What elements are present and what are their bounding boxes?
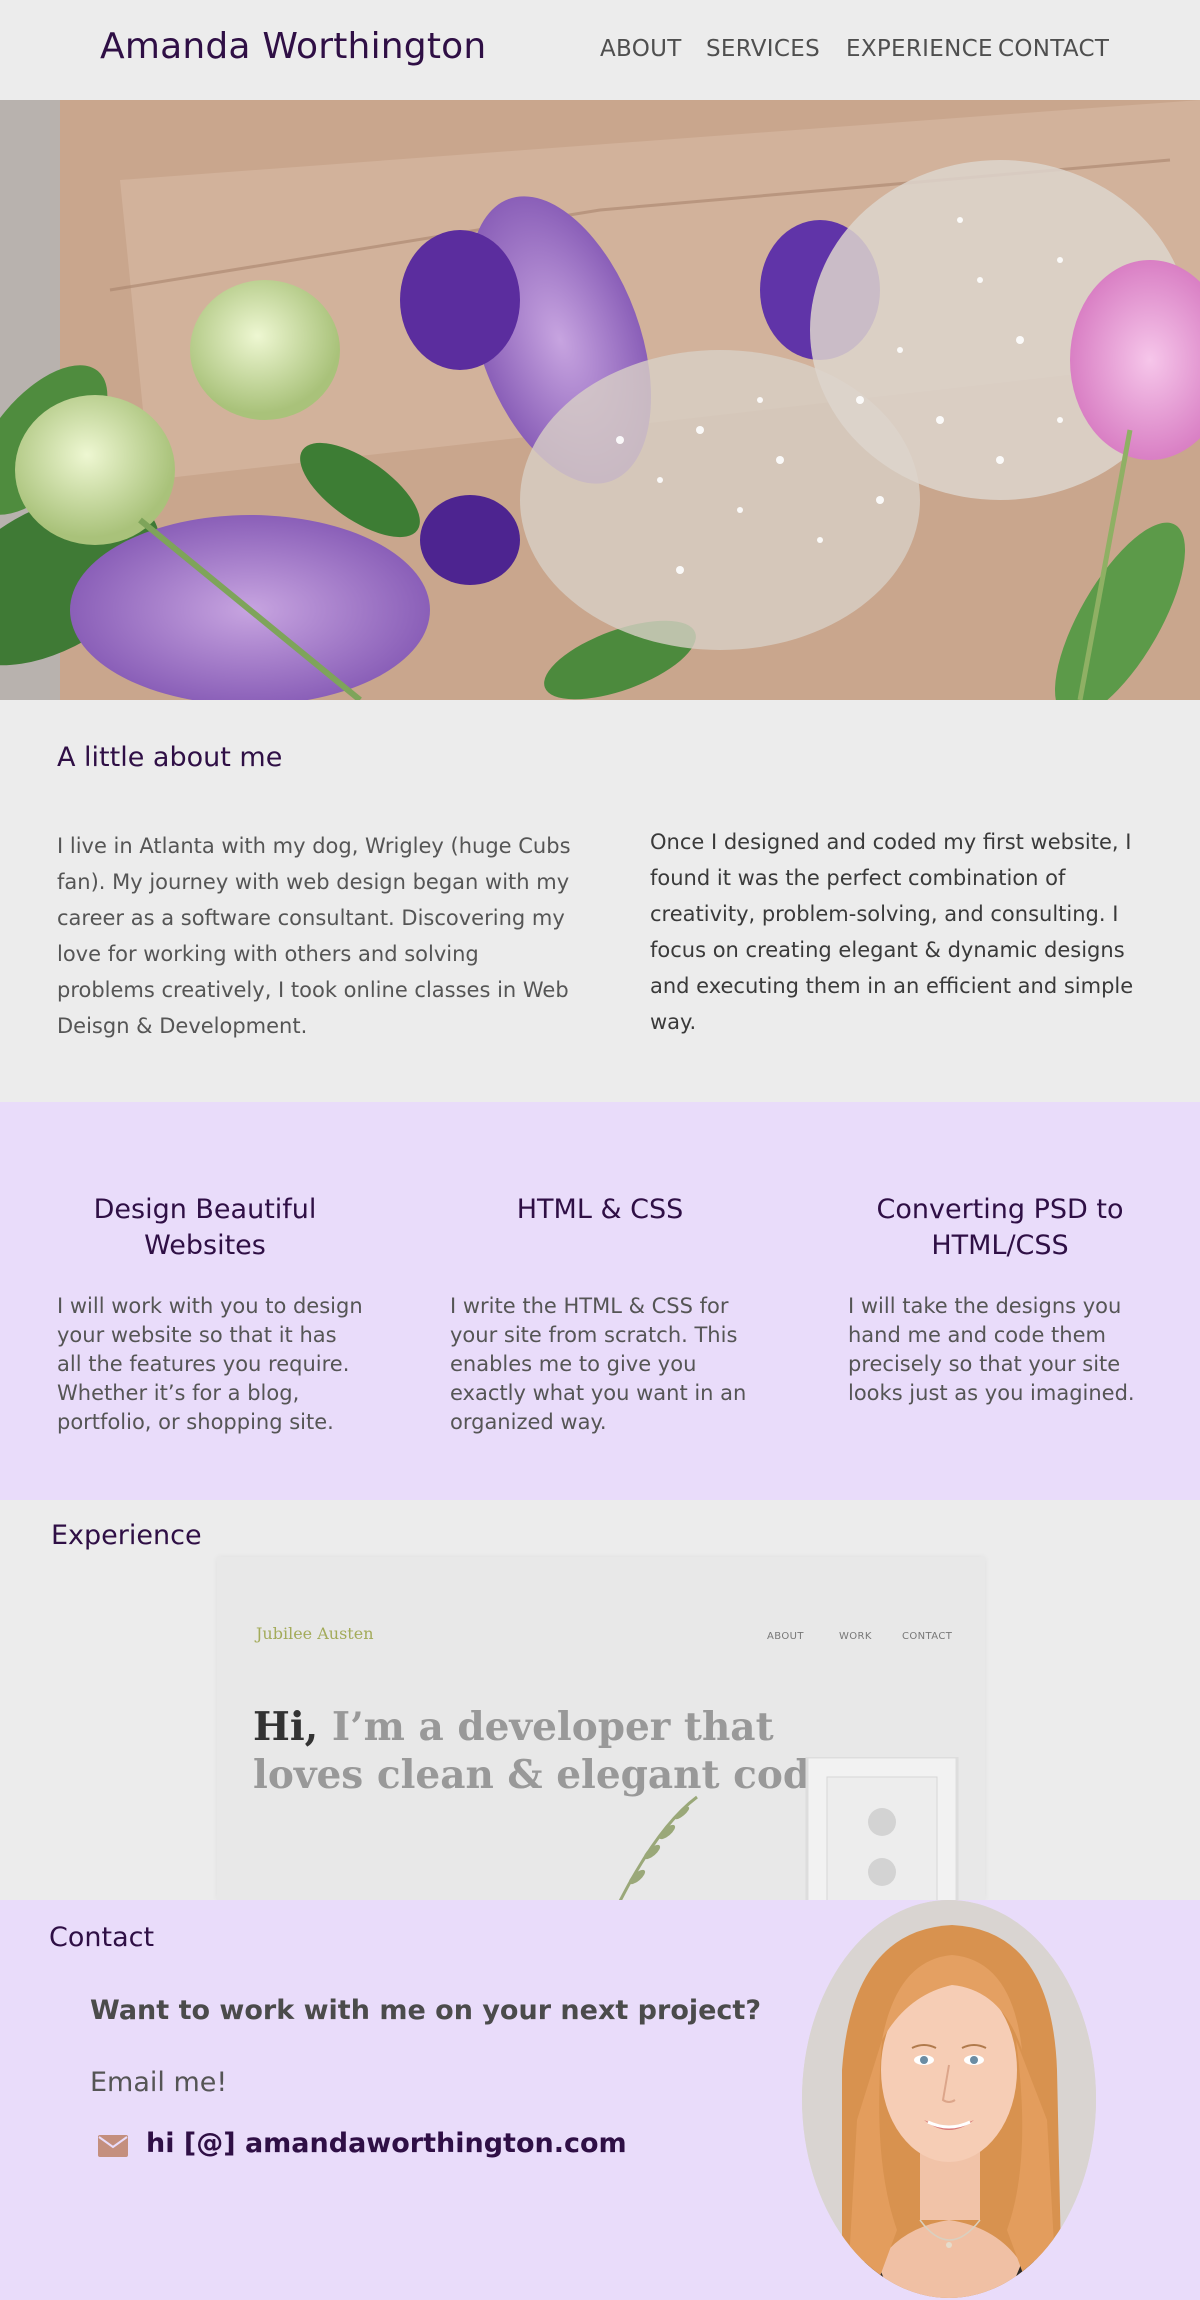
contact-section: Contact Want to work with me on your nex… <box>0 1900 1200 2300</box>
mock-hero-hi: Hi, <box>253 1704 319 1750</box>
mock-nav-about: ABOUT <box>767 1631 804 1642</box>
site-header: Amanda Worthington ABOUT SERVICES EXPERI… <box>0 0 1200 100</box>
flowers-illustration <box>0 100 1200 700</box>
mock-nav-contact: CONTACT <box>902 1631 953 1642</box>
envelope-icon <box>98 2135 128 2157</box>
service-text: I will work with you to design your webs… <box>57 1294 363 1434</box>
nav-contact[interactable]: CONTACT <box>998 36 1109 62</box>
service-title: Design Beautiful Websites <box>93 1194 317 1261</box>
nav-experience[interactable]: EXPERIENCE <box>846 36 993 62</box>
services-section: Design Beautiful Websites I will work wi… <box>0 1102 1200 1500</box>
hero-flowers-image <box>0 100 1200 700</box>
mock-brand: Jubilee Austen <box>256 1624 374 1643</box>
experience-section: Experience Jubilee Austen ABOUT WORK CON… <box>0 1500 1200 1900</box>
nav-services[interactable]: SERVICES <box>706 36 820 62</box>
experience-title: Experience <box>51 1520 202 1551</box>
nav-about[interactable]: ABOUT <box>600 36 682 62</box>
site-brand[interactable]: Amanda Worthington <box>100 26 486 67</box>
contact-title: Contact <box>49 1922 155 1953</box>
about-title: A little about me <box>57 742 283 773</box>
mock-decoration <box>618 1757 959 1900</box>
portrait-illustration <box>802 1900 1096 2298</box>
about-section: A little about me I live in Atlanta with… <box>0 700 1200 1102</box>
about-paragraph-2: Once I designed and coded my first websi… <box>650 830 1134 1034</box>
mock-nav-work: WORK <box>839 1631 872 1642</box>
portfolio-screenshot[interactable]: Jubilee Austen ABOUT WORK CONTACT Hi, I’… <box>217 1557 985 1900</box>
service-text: I will take the designs you hand me and … <box>848 1294 1135 1405</box>
about-paragraph-1: I live in Atlanta with my dog, Wrigley (… <box>57 834 571 1038</box>
contact-question: Want to work with me on your next projec… <box>90 1995 762 2026</box>
service-text: I write the HTML & CSS for your site fro… <box>450 1294 747 1434</box>
email-address-link[interactable]: hi [@] amandaworthington.com <box>146 2128 627 2159</box>
service-title: HTML & CSS <box>516 1194 684 1225</box>
service-title: Converting PSD to HTML/CSS <box>876 1194 1124 1261</box>
profile-photo <box>802 1900 1096 2298</box>
email-label: Email me! <box>90 2067 228 2098</box>
